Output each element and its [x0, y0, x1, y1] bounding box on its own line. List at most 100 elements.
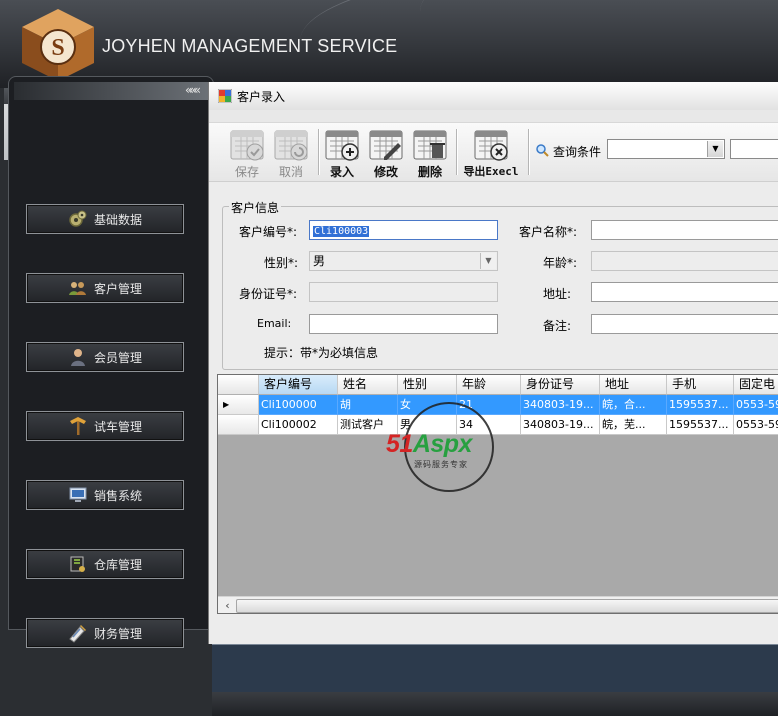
window-title: 客户录入: [237, 90, 286, 104]
watermark: 51Aspx 源码服务专家: [386, 402, 526, 494]
calendar-edit-icon: [369, 130, 403, 160]
export-button-label: 导出Execl: [463, 165, 519, 178]
cell-phone[interactable]: 0553-59: [734, 415, 778, 435]
watermark-brand-red: 51: [386, 430, 413, 458]
export-excel-button[interactable]: 导出Execl: [460, 125, 522, 179]
calendar-save-icon: [230, 130, 264, 161]
chevron-down-icon[interactable]: ▼: [480, 253, 496, 269]
horizontal-scrollbar[interactable]: ‹: [218, 596, 778, 613]
column-header[interactable]: 客户编号: [259, 375, 338, 395]
email-label: Email:: [257, 317, 292, 330]
edit-button[interactable]: 修改: [364, 125, 408, 179]
customer-name-field[interactable]: [591, 220, 778, 240]
sidebar-item-label: 财务管理: [93, 626, 142, 641]
cell-idcard[interactable]: 340803-19...: [521, 395, 600, 415]
row-header: [218, 415, 259, 435]
row-selected-icon: ▶: [218, 395, 259, 415]
customer-code-value: Cli100003: [313, 226, 370, 237]
customer-name-label: 客户名称*:: [519, 225, 578, 239]
customer-code-label: 客户编号*:: [239, 225, 298, 239]
cell-code[interactable]: Cli100000: [259, 395, 338, 415]
idcard-label: 身份证号*:: [239, 287, 298, 301]
add-button[interactable]: 录入: [320, 125, 364, 179]
warehouse-icon: [68, 554, 88, 574]
column-header[interactable]: 固定电: [734, 375, 778, 395]
column-header[interactable]: 姓名: [338, 375, 398, 395]
sidebar-item-warehouse[interactable]: 仓库管理: [26, 549, 184, 579]
customer-info-title: 客户信息: [229, 199, 282, 216]
column-header[interactable]: 身份证号: [521, 375, 600, 395]
cell-mobile[interactable]: 1595537...: [667, 415, 734, 435]
remark-field[interactable]: [591, 314, 778, 334]
users-icon: [68, 278, 88, 298]
monitor-icon: [68, 485, 88, 505]
sidebar-item-label: 基础数据: [93, 212, 142, 227]
column-header[interactable]: 性别: [398, 375, 457, 395]
gears-icon: [68, 209, 88, 229]
cell-address[interactable]: 皖，芜...: [600, 415, 667, 435]
scrollbar-thumb[interactable]: [236, 599, 778, 613]
calendar-export-icon: [474, 130, 508, 161]
gender-value: 男: [313, 254, 326, 268]
watermark-subtitle: 源码服务专家: [414, 460, 468, 469]
query-condition-select[interactable]: ▼: [607, 139, 725, 159]
customer-code-field[interactable]: Cli100003: [309, 220, 498, 240]
sidebar-item-sales[interactable]: 销售系统: [26, 480, 184, 510]
collapse-button[interactable]: «««: [185, 83, 201, 97]
email-field[interactable]: [309, 314, 498, 334]
sidebar-item-customer[interactable]: 客户管理: [26, 273, 184, 303]
sidebar-item-label: 试车管理: [93, 419, 142, 434]
grid-header: 客户编号 姓名 性别 年龄 身份证号 地址 手机 固定电: [218, 375, 778, 395]
query-input[interactable]: [730, 139, 778, 159]
save-button[interactable]: 保存: [225, 125, 269, 179]
address-label: 地址:: [543, 287, 572, 301]
sidebar-item-member[interactable]: 会员管理: [26, 342, 184, 372]
query-label: 查询条件: [553, 145, 602, 159]
search-icon: [536, 144, 549, 157]
sidebar-item-finance[interactable]: 财务管理: [26, 618, 184, 648]
cancel-button[interactable]: 取消: [269, 125, 313, 179]
calendar-cancel-icon: [274, 130, 308, 161]
gender-label: 性别*:: [264, 256, 299, 270]
collapse-bar: «««: [14, 82, 212, 100]
delete-button[interactable]: 删除: [408, 125, 452, 179]
age-label: 年龄*:: [543, 256, 578, 270]
idcard-field[interactable]: - -: [309, 282, 498, 302]
scroll-left-icon[interactable]: ‹: [220, 598, 235, 613]
sidebar-item-label: 仓库管理: [93, 557, 142, 572]
gender-select[interactable]: 男 ▼: [309, 251, 498, 271]
cell-code[interactable]: Cli100002: [259, 415, 338, 435]
finance-icon: [68, 623, 88, 643]
cell-address[interactable]: 皖，合...: [600, 395, 667, 415]
toolbar: 保存 取消 录入 修改 删除 导出Execl 查询条件 ▼: [209, 122, 778, 182]
calendar-delete-icon: [413, 130, 447, 160]
save-button-label: 保存: [234, 165, 259, 179]
cell-phone[interactable]: 0553-59: [734, 395, 778, 415]
cell-idcard[interactable]: 340803-19...: [521, 415, 600, 435]
add-button-label: 录入: [329, 165, 354, 179]
signpost-icon: [68, 416, 88, 436]
cancel-button-label: 取消: [278, 165, 303, 179]
sidebar-item-label: 销售系统: [93, 488, 142, 503]
chevron-down-icon[interactable]: ▼: [707, 141, 723, 157]
column-header[interactable]: 手机: [667, 375, 734, 395]
age-field[interactable]: [591, 251, 778, 271]
window-titlebar[interactable]: 客户录入: [209, 82, 778, 111]
sidebar-item-label: 会员管理: [93, 350, 142, 365]
sidebar-item-testdrive[interactable]: 试车管理: [26, 411, 184, 441]
required-hint: 提示：带*为必填信息: [264, 346, 379, 360]
address-field[interactable]: [591, 282, 778, 302]
app-window-icon: [218, 89, 232, 103]
brand-title: JOYHEN MANAGEMENT SERVICE: [102, 36, 398, 56]
status-bar: [212, 692, 778, 716]
calendar-add-icon: [325, 130, 359, 161]
cell-mobile[interactable]: 1595537...: [667, 395, 734, 415]
column-header[interactable]: 年龄: [457, 375, 521, 395]
edit-button-label: 修改: [373, 165, 398, 179]
app-header: S JOYHEN MANAGEMENT SERVICE: [0, 0, 778, 88]
workspace-background: [212, 644, 778, 693]
sidebar-item-label: 客户管理: [93, 281, 142, 296]
remark-label: 备注:: [543, 319, 572, 333]
sidebar-item-basic-data[interactable]: 基础数据: [26, 204, 184, 234]
column-header[interactable]: 地址: [600, 375, 667, 395]
